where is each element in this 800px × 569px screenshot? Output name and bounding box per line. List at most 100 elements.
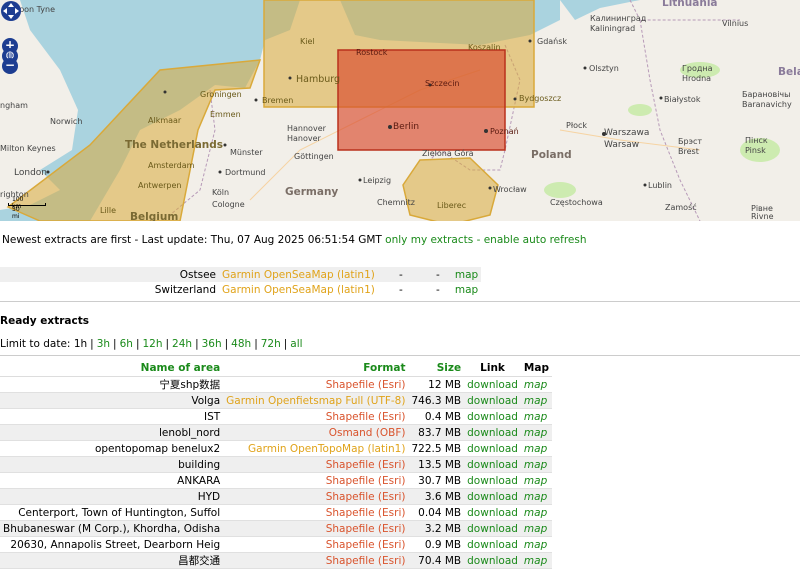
area-name: building bbox=[0, 456, 224, 473]
file-size: 70.4 MB bbox=[408, 552, 465, 569]
limit-separator: | bbox=[224, 338, 229, 350]
map-label: Poznań bbox=[490, 127, 519, 136]
limit-option-36h[interactable]: 36h bbox=[202, 338, 222, 350]
area-name: lenobl_nord bbox=[0, 424, 224, 441]
date-limit-filter: Limit to date: 1h | 3h | 6h | 12h | 24h | 36h | 48h |… bbox=[0, 338, 303, 350]
map-label: Hanover bbox=[287, 134, 321, 143]
map-label: London bbox=[14, 168, 47, 178]
map-label: Hannover bbox=[287, 124, 326, 133]
pan-arrows-icon bbox=[1, 1, 21, 21]
status-line: Newest extracts are first - Last update:… bbox=[2, 234, 587, 246]
map-link[interactable]: map bbox=[524, 411, 547, 423]
map-link[interactable]: map bbox=[455, 269, 478, 281]
map-label: Köln bbox=[212, 188, 230, 197]
map-label: Groningen bbox=[200, 90, 242, 99]
col-header-name[interactable]: Name of area bbox=[0, 360, 224, 377]
file-size: 30.7 MB bbox=[408, 472, 465, 489]
map-label: Białystok bbox=[664, 95, 701, 104]
area-name: opentopomap benelux2 bbox=[0, 440, 224, 457]
limit-option-72h[interactable]: 72h bbox=[261, 338, 281, 350]
map-label: Płock bbox=[566, 121, 588, 130]
download-link[interactable]: download bbox=[467, 491, 518, 503]
format-label: Shapefile (Esri) bbox=[223, 504, 409, 521]
limit-option-6h[interactable]: 6h bbox=[120, 338, 133, 350]
map-label: Emmen bbox=[210, 110, 241, 119]
map-label-country: Germany bbox=[285, 186, 339, 198]
file-size: 0.4 MB bbox=[408, 408, 465, 425]
only-my-extracts-link[interactable]: only my extracts bbox=[385, 234, 473, 246]
table-row: IST Shapefile (Esri) 0.4 MB download map bbox=[0, 408, 552, 425]
map-link[interactable]: map bbox=[524, 507, 547, 519]
download-link[interactable]: download bbox=[467, 475, 518, 487]
download-link[interactable]: download bbox=[467, 443, 518, 455]
area-name: Bhubaneswar (M Corp.), Khordha, Odisha bbox=[0, 520, 224, 537]
map-label: Olsztyn bbox=[589, 64, 619, 73]
area-name: IST bbox=[0, 408, 224, 425]
map-label: Zamość bbox=[665, 203, 697, 212]
limit-option-12h[interactable]: 12h bbox=[142, 338, 162, 350]
map-label: Berlin bbox=[393, 122, 420, 132]
limit-separator: | bbox=[113, 338, 117, 350]
map-link[interactable]: map bbox=[524, 491, 547, 503]
zoom-out-button[interactable]: − bbox=[2, 58, 18, 74]
limit-separator: | bbox=[135, 338, 140, 350]
map-link[interactable]: map bbox=[524, 555, 547, 567]
limit-separator: | bbox=[90, 338, 94, 350]
limit-option-1h[interactable]: 1h bbox=[74, 338, 87, 350]
pan-control[interactable] bbox=[0, 0, 22, 22]
map-label: ngham bbox=[0, 101, 28, 110]
map-label: Pinsk bbox=[745, 146, 766, 155]
limit-option-24h[interactable]: 24h bbox=[172, 338, 192, 350]
area-name: HYD bbox=[0, 488, 224, 505]
map-link[interactable]: map bbox=[524, 539, 547, 551]
map-link[interactable]: map bbox=[524, 379, 547, 391]
map-link[interactable]: map bbox=[524, 443, 547, 455]
area-name: ANKARA bbox=[0, 472, 224, 489]
map-link[interactable]: map bbox=[524, 523, 547, 535]
auto-refresh-link[interactable]: enable auto refresh bbox=[484, 234, 587, 246]
table-row: Volga Garmin Openfietsmap Full (UTF-8) 746… bbox=[0, 392, 552, 409]
map-label: Lublin bbox=[648, 181, 672, 190]
map-link[interactable]: map bbox=[524, 395, 547, 407]
extract-map[interactable]: upon Tyne Lithuania Vilnius Калининград … bbox=[0, 0, 800, 221]
download-link[interactable]: download bbox=[467, 507, 518, 519]
file-size: 0.9 MB bbox=[408, 536, 465, 553]
limit-option-all[interactable]: all bbox=[290, 338, 302, 350]
download-link[interactable]: download bbox=[467, 411, 518, 423]
area-name: 宁夏shp数据 bbox=[0, 376, 224, 393]
file-size: 0.04 MB bbox=[408, 504, 465, 521]
download-link[interactable]: download bbox=[467, 379, 518, 391]
map-label: Münster bbox=[230, 148, 263, 157]
map-link[interactable]: map bbox=[524, 427, 547, 439]
col-header-link: Link bbox=[464, 360, 521, 377]
limit-option-48h[interactable]: 48h bbox=[231, 338, 251, 350]
download-link[interactable]: download bbox=[467, 523, 518, 535]
table-row: 20630, Annapolis Street, Dearborn Heig Sh… bbox=[0, 536, 552, 553]
format-label: Garmin OpenSeaMap (latin1) bbox=[222, 283, 375, 296]
map-label: Wrocław bbox=[493, 185, 527, 194]
download-link[interactable]: download bbox=[467, 555, 518, 567]
map-link[interactable]: map bbox=[524, 459, 547, 471]
map-label: Warszawa bbox=[604, 128, 650, 138]
col-header-map: Map bbox=[520, 360, 552, 377]
map-label: Leipzig bbox=[363, 176, 392, 185]
download-link[interactable]: download bbox=[467, 427, 518, 439]
download-link[interactable]: download bbox=[467, 539, 518, 551]
download-link[interactable]: download bbox=[467, 459, 518, 471]
map-label: Norwich bbox=[50, 117, 83, 126]
format-label: Shapefile (Esri) bbox=[223, 552, 409, 569]
map-link[interactable]: map bbox=[524, 475, 547, 487]
map-link[interactable]: map bbox=[455, 284, 478, 296]
limit-option-3h[interactable]: 3h bbox=[97, 338, 110, 350]
limit-separator: | bbox=[165, 338, 170, 350]
map-label: Vilnius bbox=[722, 19, 749, 28]
divider bbox=[0, 301, 800, 302]
format-label: Shapefile (Esri) bbox=[223, 472, 409, 489]
col-header-format[interactable]: Format bbox=[223, 360, 409, 377]
map-label: Брэст bbox=[678, 137, 703, 146]
download-link[interactable]: download bbox=[467, 395, 518, 407]
map-label: Antwerpen bbox=[138, 181, 182, 190]
format-label: Garmin Openfietsmap Full (UTF-8) bbox=[223, 392, 409, 409]
format-label: Shapefile (Esri) bbox=[223, 376, 409, 393]
col-header-size[interactable]: Size bbox=[408, 360, 465, 377]
